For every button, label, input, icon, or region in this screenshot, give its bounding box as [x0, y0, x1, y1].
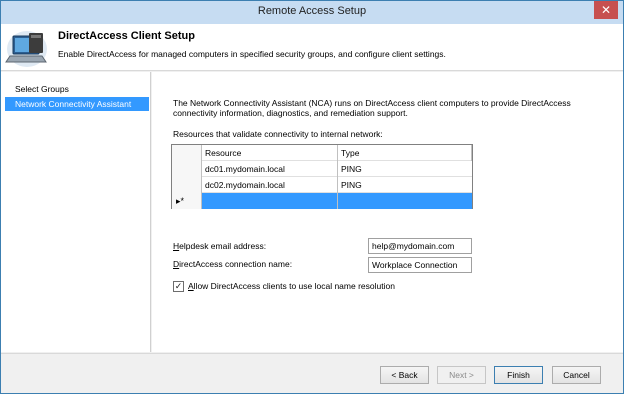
helpdesk-email-field[interactable]: help@mydomain.com	[368, 238, 472, 254]
close-button[interactable]: ✕	[594, 1, 618, 19]
title-bar[interactable]: Remote Access Setup ✕	[1, 1, 623, 24]
grid-header-row: Resource Type	[172, 145, 472, 161]
column-header-resource[interactable]: Resource	[202, 145, 338, 161]
nav-item-network-connectivity-assistant[interactable]: Network Connectivity Assistant	[5, 97, 149, 111]
new-row[interactable]: ▸*	[172, 193, 472, 209]
resources-label: Resources that validate connectivity to …	[173, 129, 383, 139]
cancel-button[interactable]: Cancel	[552, 366, 601, 384]
connection-label-text: irectAccess connection name:	[179, 259, 293, 269]
connection-name-label: DirectAccess connection name:	[173, 259, 292, 269]
local-name-resolution-label: Allow DirectAccess clients to use local …	[188, 281, 395, 291]
cell-type[interactable]: PING	[338, 177, 472, 193]
next-button[interactable]: Next >	[437, 366, 486, 384]
nav-item-select-groups[interactable]: Select Groups	[5, 82, 149, 96]
remote-access-setup-window: Remote Access Setup ✕ DirectAccess Clien…	[0, 0, 624, 394]
nca-description: The Network Connectivity Assistant (NCA)…	[173, 98, 571, 118]
wizard-header: DirectAccess Client Setup Enable DirectA…	[1, 24, 623, 71]
resources-grid[interactable]: Resource Type dc01.mydomain.local PING d…	[171, 144, 473, 209]
header-title: DirectAccess Client Setup	[58, 30, 195, 42]
finish-button[interactable]: Finish	[494, 366, 543, 384]
cell-resource[interactable]: dc02.mydomain.local	[202, 177, 338, 193]
row-selector[interactable]	[172, 177, 202, 193]
back-button[interactable]: < Back	[380, 366, 429, 384]
new-cell-type[interactable]	[338, 193, 472, 209]
local-name-resolution-checkbox[interactable]: ✓	[173, 281, 184, 292]
cell-type[interactable]: PING	[338, 161, 472, 177]
helpdesk-label-text: elpdesk email address:	[179, 241, 267, 251]
connection-name-field[interactable]: Workplace Connection	[368, 257, 472, 273]
column-header-type[interactable]: Type	[338, 145, 472, 161]
cell-resource[interactable]: dc01.mydomain.local	[202, 161, 338, 177]
new-row-indicator-icon[interactable]: ▸*	[172, 193, 202, 209]
checkbox-label-text: llow DirectAccess clients to use local n…	[193, 281, 395, 291]
wizard-footer: < Back Next > Finish Cancel	[1, 353, 623, 393]
row-selector[interactable]	[172, 161, 202, 177]
header-subtitle: Enable DirectAccess for managed computer…	[58, 49, 446, 59]
wizard-nav: Select Groups Network Connectivity Assis…	[1, 72, 151, 352]
new-cell-resource[interactable]	[202, 193, 338, 209]
main-content: The Network Connectivity Assistant (NCA)…	[152, 72, 623, 352]
window-title: Remote Access Setup	[257, 5, 367, 17]
helpdesk-email-label: Helpdesk email address:	[173, 241, 266, 251]
table-row[interactable]: dc01.mydomain.local PING	[172, 161, 472, 177]
grid-corner	[172, 145, 202, 161]
table-row[interactable]: dc02.mydomain.local PING	[172, 177, 472, 193]
computer-icon	[5, 31, 47, 67]
